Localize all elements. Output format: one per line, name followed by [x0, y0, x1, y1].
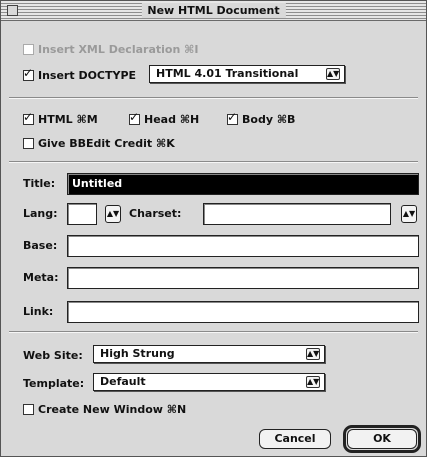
ok-button[interactable]: OK	[347, 429, 417, 449]
template-popup[interactable]: Default ▲▼	[93, 373, 325, 391]
checkbox-box	[23, 404, 34, 415]
close-box[interactable]	[7, 5, 18, 16]
link-label: Link:	[23, 305, 54, 318]
checkbox-box	[23, 44, 34, 55]
separator	[9, 331, 418, 333]
charset-label: Charset:	[129, 207, 182, 220]
body-tag-checkbox[interactable]: ✓ Body ⌘B	[227, 110, 296, 126]
give-bbedit-credit-checkbox[interactable]: Give BBEdit Credit ⌘K	[23, 137, 175, 150]
checkbox-label: Create New Window	[38, 403, 163, 416]
updown-arrows-icon: ▲▼	[106, 209, 120, 218]
meta-field[interactable]	[67, 267, 419, 289]
shortcut-label: ⌘H	[179, 113, 200, 126]
head-tag-checkbox[interactable]: ✓ Head ⌘H	[129, 110, 200, 126]
shortcut-label: ⌘K	[155, 137, 175, 150]
checkbox-box: ✓	[23, 110, 34, 125]
shortcut-label: ⌘I	[184, 43, 199, 56]
lang-field[interactable]	[67, 203, 97, 225]
lang-label: Lang:	[23, 207, 58, 220]
popup-value: HTML 4.01 Transitional	[156, 67, 299, 80]
checkbox-box: ✓	[23, 66, 34, 81]
checkbox-box: ✓	[129, 110, 140, 125]
doctype-popup[interactable]: HTML 4.01 Transitional ▲▼	[149, 65, 345, 83]
template-label: Template:	[23, 377, 85, 390]
base-field[interactable]	[67, 235, 419, 257]
cancel-button[interactable]: Cancel	[259, 429, 331, 449]
checkbox-box: ✓	[227, 110, 238, 125]
web-site-popup[interactable]: High Strung ▲▼	[93, 345, 325, 363]
insert-xml-declaration-checkbox[interactable]: Insert XML Declaration ⌘I	[23, 43, 198, 56]
updown-arrows-icon: ▲▼	[306, 376, 320, 388]
checkbox-label: Insert XML Declaration	[38, 43, 181, 56]
base-label: Base:	[23, 239, 58, 252]
title-label: Title:	[23, 177, 56, 190]
check-icon: ✓	[23, 110, 34, 124]
check-icon: ✓	[23, 66, 34, 80]
popup-value: Default	[100, 375, 146, 388]
charset-popup-button[interactable]: ▲▼	[401, 205, 417, 223]
check-icon: ✓	[227, 110, 238, 124]
lang-popup-button[interactable]: ▲▼	[105, 205, 121, 223]
check-icon: ✓	[129, 110, 140, 124]
meta-label: Meta:	[23, 271, 59, 284]
shortcut-label: ⌘N	[166, 403, 187, 416]
updown-arrows-icon: ▲▼	[326, 68, 340, 80]
create-new-window-checkbox[interactable]: Create New Window ⌘N	[23, 403, 186, 416]
shortcut-label: ⌘B	[276, 113, 296, 126]
updown-arrows-icon: ▲▼	[402, 209, 416, 218]
popup-value: High Strung	[100, 347, 175, 360]
insert-doctype-checkbox[interactable]: ✓ Insert DOCTYPE	[23, 66, 137, 82]
updown-arrows-icon: ▲▼	[306, 348, 320, 360]
shortcut-label: ⌘M	[76, 113, 98, 126]
html-tag-checkbox[interactable]: ✓ HTML ⌘M	[23, 110, 98, 126]
checkbox-box	[23, 138, 34, 149]
web-site-label: Web Site:	[23, 349, 83, 362]
separator	[9, 97, 418, 99]
separator	[9, 161, 418, 163]
checkbox-label: HTML	[38, 113, 73, 126]
checkbox-label: Head	[144, 113, 176, 126]
title-bar[interactable]: New HTML Document	[1, 1, 426, 21]
new-html-document-dialog: New HTML Document Insert XML Declaration…	[0, 0, 427, 457]
window-title: New HTML Document	[141, 3, 286, 18]
checkbox-label: Body	[242, 113, 273, 126]
checkbox-label: Give BBEdit Credit	[38, 137, 153, 150]
title-field[interactable]: Untitled	[67, 173, 419, 195]
charset-field[interactable]	[203, 203, 391, 225]
checkbox-label: Insert DOCTYPE	[38, 69, 137, 82]
link-field[interactable]	[67, 301, 419, 323]
